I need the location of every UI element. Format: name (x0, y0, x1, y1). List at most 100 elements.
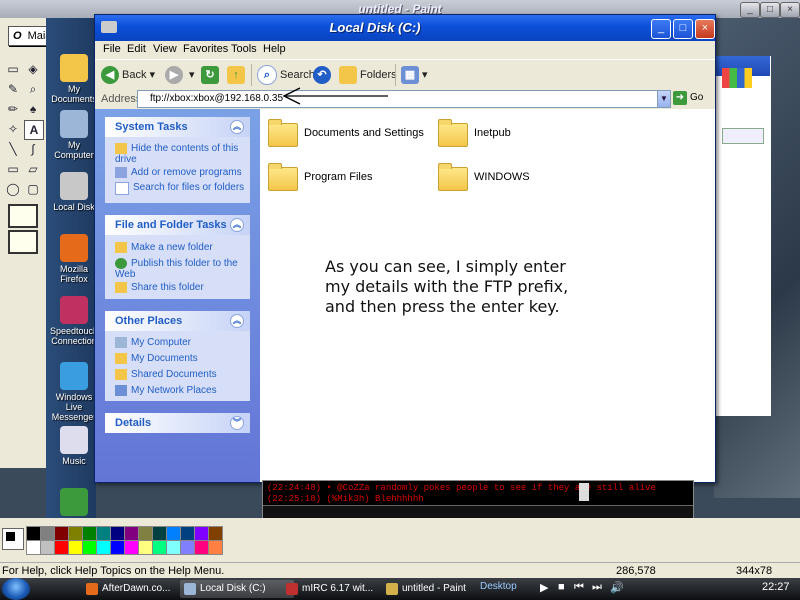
palette-swatch[interactable] (138, 526, 153, 541)
chat-input[interactable] (263, 505, 693, 518)
desktop-icon[interactable]: My Computer (48, 110, 100, 160)
task-publish-web[interactable]: Publish this folder to the Web (115, 258, 245, 280)
pencil-tool-icon[interactable]: ✏ (4, 100, 22, 118)
search-button[interactable]: ⌕ Search (257, 65, 315, 86)
task-hide-contents[interactable]: Hide the contents of this drive (115, 143, 245, 165)
panel-header[interactable]: File and Folder Tasks ︽ (105, 215, 250, 235)
palette-swatch[interactable] (68, 540, 83, 555)
collapse-chevron-icon[interactable]: ︽ (230, 120, 244, 134)
task-new-folder[interactable]: Make a new folder (115, 242, 245, 253)
palette-swatch[interactable] (138, 540, 153, 555)
palette-swatch[interactable] (194, 540, 209, 555)
task-share-folder[interactable]: Share this folder (115, 282, 245, 293)
chat-scrollbar[interactable] (579, 483, 589, 501)
palette-swatch[interactable] (124, 540, 139, 555)
paint-minimize-button[interactable]: _ (740, 2, 760, 18)
desktop-icon[interactable]: Windows Live Messenger (48, 362, 100, 422)
desktop-icon[interactable]: Speedtouch Connection (48, 296, 100, 346)
place-network-places[interactable]: My Network Places (115, 385, 245, 396)
explorer-titlebar[interactable]: Local Disk (C:) _ □ × (95, 15, 715, 41)
polygon-tool-icon[interactable]: ▱ (24, 160, 42, 178)
up-button[interactable]: ↑ (227, 65, 248, 85)
brush-tool-icon[interactable]: ♠ (24, 100, 42, 118)
magnifier-tool-icon[interactable]: ⌕ (24, 80, 42, 98)
background-go-button[interactable] (722, 128, 764, 144)
folders-button[interactable]: Folders (339, 65, 397, 85)
refresh-button[interactable]: ↻ (201, 65, 222, 85)
palette-swatch[interactable] (180, 540, 195, 555)
palette-swatch[interactable] (96, 526, 111, 541)
panel-header[interactable]: Details ︾ (105, 413, 250, 433)
previous-icon[interactable]: ⏮ (574, 581, 584, 594)
collapse-chevron-icon[interactable]: ︽ (230, 218, 244, 232)
palette-swatch[interactable] (152, 526, 167, 541)
palette-swatch[interactable] (40, 540, 55, 555)
folder-windows[interactable]: WINDOWS (438, 163, 558, 191)
curve-tool-icon[interactable]: ∫ (24, 140, 42, 158)
palette-swatch[interactable] (110, 540, 125, 555)
minimize-button[interactable]: _ (651, 19, 671, 39)
palette-swatch[interactable] (124, 526, 139, 541)
address-dropdown-button[interactable]: ▼ (657, 90, 671, 108)
palette-swatch[interactable] (96, 540, 111, 555)
folder-program-files[interactable]: Program Files (268, 163, 428, 191)
palette-swatch[interactable] (82, 540, 97, 555)
menu-favorites[interactable]: Favorites (183, 43, 228, 55)
undo-button[interactable]: ↶ (313, 65, 334, 85)
folder-inetpub[interactable]: Inetpub (438, 119, 558, 147)
expand-chevron-icon[interactable]: ︾ (230, 416, 244, 430)
address-input[interactable]: ftp://xbox:xbox@192.168.0.35 (137, 90, 671, 108)
palette-swatch[interactable] (166, 526, 181, 541)
desktop-icon[interactable]: My Documents (48, 54, 100, 104)
paint-maximize-button[interactable]: □ (760, 2, 780, 18)
ellipse-tool-icon[interactable]: ◯ (4, 180, 22, 198)
views-button[interactable]: ▦ ▾ (401, 65, 428, 85)
palette-swatch[interactable] (166, 540, 181, 555)
place-shared-documents[interactable]: Shared Documents (115, 369, 245, 380)
menu-view[interactable]: View (153, 43, 177, 55)
rectangle-tool-icon[interactable]: ▭ (4, 160, 22, 178)
play-icon[interactable]: ▶ (540, 581, 548, 594)
next-icon[interactable]: ⏭ (592, 581, 602, 594)
current-colors[interactable] (2, 528, 24, 550)
palette-swatch[interactable] (208, 526, 223, 541)
place-my-documents[interactable]: My Documents (115, 353, 245, 364)
palette-swatch[interactable] (194, 526, 209, 541)
close-button[interactable]: × (695, 19, 715, 39)
desktop-toolbar[interactable]: Desktop (480, 581, 517, 592)
menu-help[interactable]: Help (263, 43, 286, 55)
transparent-mode-icon[interactable] (8, 230, 38, 254)
palette-swatch[interactable] (54, 526, 69, 541)
go-button[interactable]: ➜ Go (673, 90, 709, 106)
fill-tool-icon[interactable]: ◈ (24, 60, 42, 78)
palette-swatch[interactable] (54, 540, 69, 555)
palette-swatch[interactable] (180, 526, 195, 541)
maximize-button[interactable]: □ (673, 19, 693, 39)
start-button[interactable] (2, 578, 30, 600)
desktop-icon[interactable]: Mozilla Firefox (48, 234, 100, 284)
panel-header[interactable]: System Tasks ︽ (105, 117, 250, 137)
palette-swatch[interactable] (152, 540, 167, 555)
menu-file[interactable]: File (103, 43, 121, 55)
taskbar-item[interactable]: AfterDawn.co... (82, 580, 196, 598)
palette-swatch[interactable] (110, 526, 125, 541)
menu-edit[interactable]: Edit (127, 43, 146, 55)
palette-swatch[interactable] (26, 526, 41, 541)
clock[interactable]: 22:27 (762, 581, 790, 593)
volume-icon[interactable]: 🔊 (610, 581, 624, 594)
paint-close-button[interactable]: × (780, 2, 800, 18)
collapse-chevron-icon[interactable]: ︽ (230, 314, 244, 328)
palette-swatch[interactable] (82, 526, 97, 541)
taskbar-item[interactable]: untitled - Paint (382, 580, 496, 598)
opaque-mode-icon[interactable] (8, 204, 38, 228)
panel-header[interactable]: Other Places ︽ (105, 311, 250, 331)
place-my-computer[interactable]: My Computer (115, 337, 245, 348)
picker-tool-icon[interactable]: ✎ (4, 80, 22, 98)
palette-swatch[interactable] (26, 540, 41, 555)
palette-swatch[interactable] (40, 526, 55, 541)
rounded-rect-tool-icon[interactable]: ▢ (24, 180, 42, 198)
airbrush-tool-icon[interactable]: ✧ (4, 120, 22, 138)
taskbar-item[interactable]: Local Disk (C:) (180, 580, 294, 598)
desktop-icon[interactable]: Music (48, 426, 100, 466)
task-add-remove-programs[interactable]: Add or remove programs (115, 167, 245, 178)
